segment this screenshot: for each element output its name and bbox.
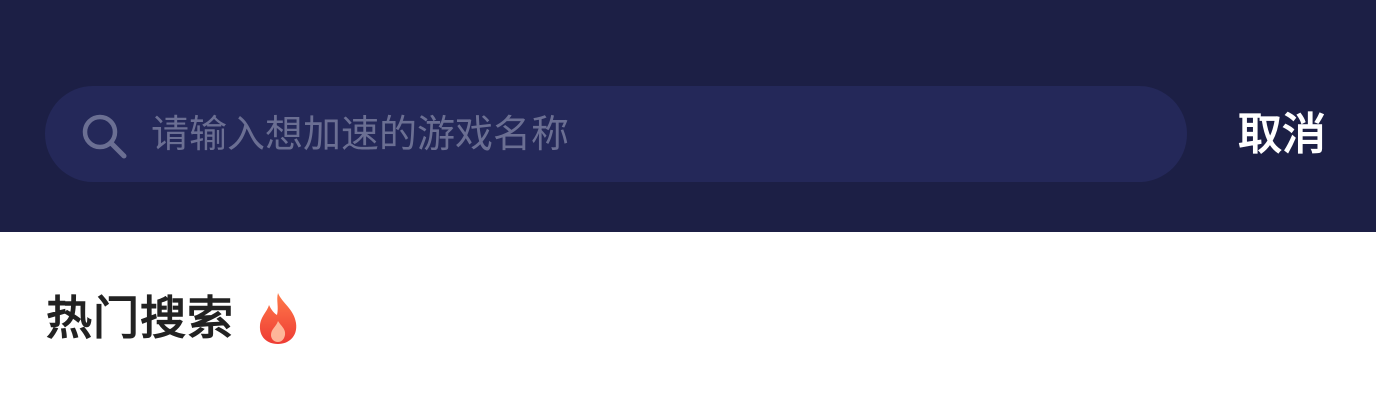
search-input[interactable]: [151, 104, 1151, 164]
top-bar: 取消: [0, 0, 1376, 232]
search-icon: [82, 114, 127, 159]
fire-icon: [259, 293, 297, 344]
hot-search-header: 热门搜索: [46, 286, 300, 350]
search-box[interactable]: [45, 86, 1187, 182]
hot-search-title: 热门搜索: [46, 291, 234, 345]
cancel-button[interactable]: 取消: [1222, 104, 1342, 166]
